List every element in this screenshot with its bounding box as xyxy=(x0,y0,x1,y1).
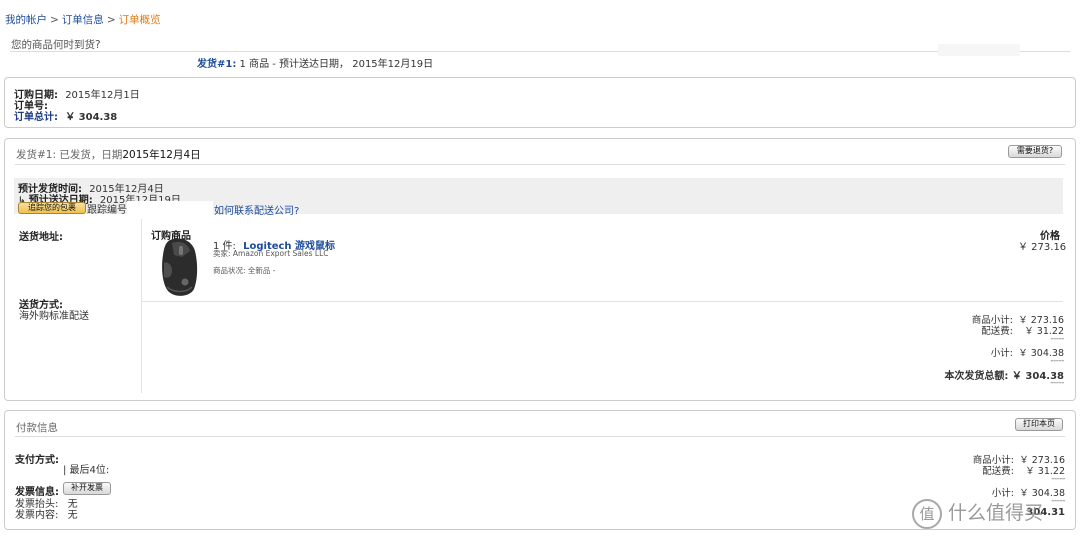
payment-method-label: 支付方式: xyxy=(15,455,59,466)
shipment-header-status: 发货#1: 已发货，日期 xyxy=(16,149,123,161)
tracking-number-label: 跟踪编号 xyxy=(87,205,127,216)
reissue-invoice-button[interactable]: 补开发票 xyxy=(63,482,111,495)
watermark-text: 什么值得买 xyxy=(948,502,1044,524)
divider-dashes: ----- xyxy=(1051,496,1065,506)
contact-carrier-link[interactable]: 如何联系配送公司? xyxy=(214,202,299,217)
watermark: 值什么值得买 xyxy=(912,498,1043,529)
divider-dashes: ----- xyxy=(1050,356,1064,366)
divider xyxy=(15,436,1065,437)
item-seller: 卖家: Amazon Export Sales LLC xyxy=(213,249,329,258)
order-total-value: ￥ 304.38 xyxy=(65,112,118,123)
product-mouse-image[interactable] xyxy=(158,237,200,297)
delivery-question-heading: 您的商品何时到货? xyxy=(11,39,101,51)
row-divider xyxy=(141,301,1063,302)
divider-dashes: ----- xyxy=(1050,378,1064,388)
shipment-header-date: 2015年12月4日 xyxy=(122,149,201,161)
breadcrumb-separator: > xyxy=(50,14,59,26)
divider xyxy=(15,164,1065,165)
payment-shipping-label: 配送费: xyxy=(982,466,1014,477)
print-page-button[interactable]: 打印本页 xyxy=(1015,418,1063,431)
breadcrumb-my-account[interactable]: 我的帐户 xyxy=(5,14,47,26)
shipment-totals: 商品小计: ￥ 273.16 配送费: ￥ 31.22 ----- 小计: ￥ … xyxy=(900,312,1064,402)
sum-label: 小计: xyxy=(990,348,1013,359)
payment-header: 付款信息 xyxy=(16,422,58,434)
shipment-summary-text: 1 商品 - 预计送达日期， 2015年12月19日 xyxy=(239,59,434,70)
shipping-address-label: 送货地址: xyxy=(19,232,63,243)
order-date-value: 2015年12月1日 xyxy=(65,90,140,101)
tracking-number-field xyxy=(127,201,213,214)
shipping-method-value: 海外购标准配送 xyxy=(19,311,89,322)
return-button[interactable]: 需要退货? xyxy=(1008,145,1062,158)
breadcrumb-order-info[interactable]: 订单信息 xyxy=(62,14,104,26)
breadcrumb-current: 订单概览 xyxy=(118,14,161,26)
order-summary-box: 订购日期: 2015年12月1日 订单号: 订单总计: ￥ 304.38 xyxy=(4,77,1076,128)
order-total-label: 订单总计: xyxy=(14,112,58,123)
shipment-summary: 发货#1: 1 商品 - 预计送达日期， 2015年12月19日 xyxy=(197,55,433,70)
invoice-content-label: 发票内容: xyxy=(15,510,59,521)
column-divider xyxy=(141,219,142,393)
divider xyxy=(10,51,1070,52)
shipping-fee-label: 配送费: xyxy=(981,326,1013,337)
shipment-header: 发货#1: 已发货，日期2015年12月4日 xyxy=(16,147,201,162)
track-package-button[interactable]: 追踪您的包裹 xyxy=(18,202,86,214)
divider-dashes: ----- xyxy=(1050,334,1064,344)
card-last-four: | 最后4位: xyxy=(63,465,110,476)
shipment-summary-link[interactable]: 发货#1: xyxy=(197,59,236,70)
item-condition: 商品状况: 全新品 - xyxy=(213,266,276,275)
divider-dashes: ----- xyxy=(1051,474,1065,484)
item-price: ￥ 273.16 xyxy=(1018,242,1067,253)
faded-button xyxy=(938,44,1020,56)
breadcrumb-separator: > xyxy=(106,14,116,26)
watermark-logo-icon: 值 xyxy=(912,498,942,529)
invoice-content-value: 无 xyxy=(67,510,78,521)
shipment-total-label: 本次发货总额: xyxy=(944,371,1009,382)
breadcrumb: 我的帐户 > 订单信息 > 订单概览 xyxy=(5,12,161,27)
